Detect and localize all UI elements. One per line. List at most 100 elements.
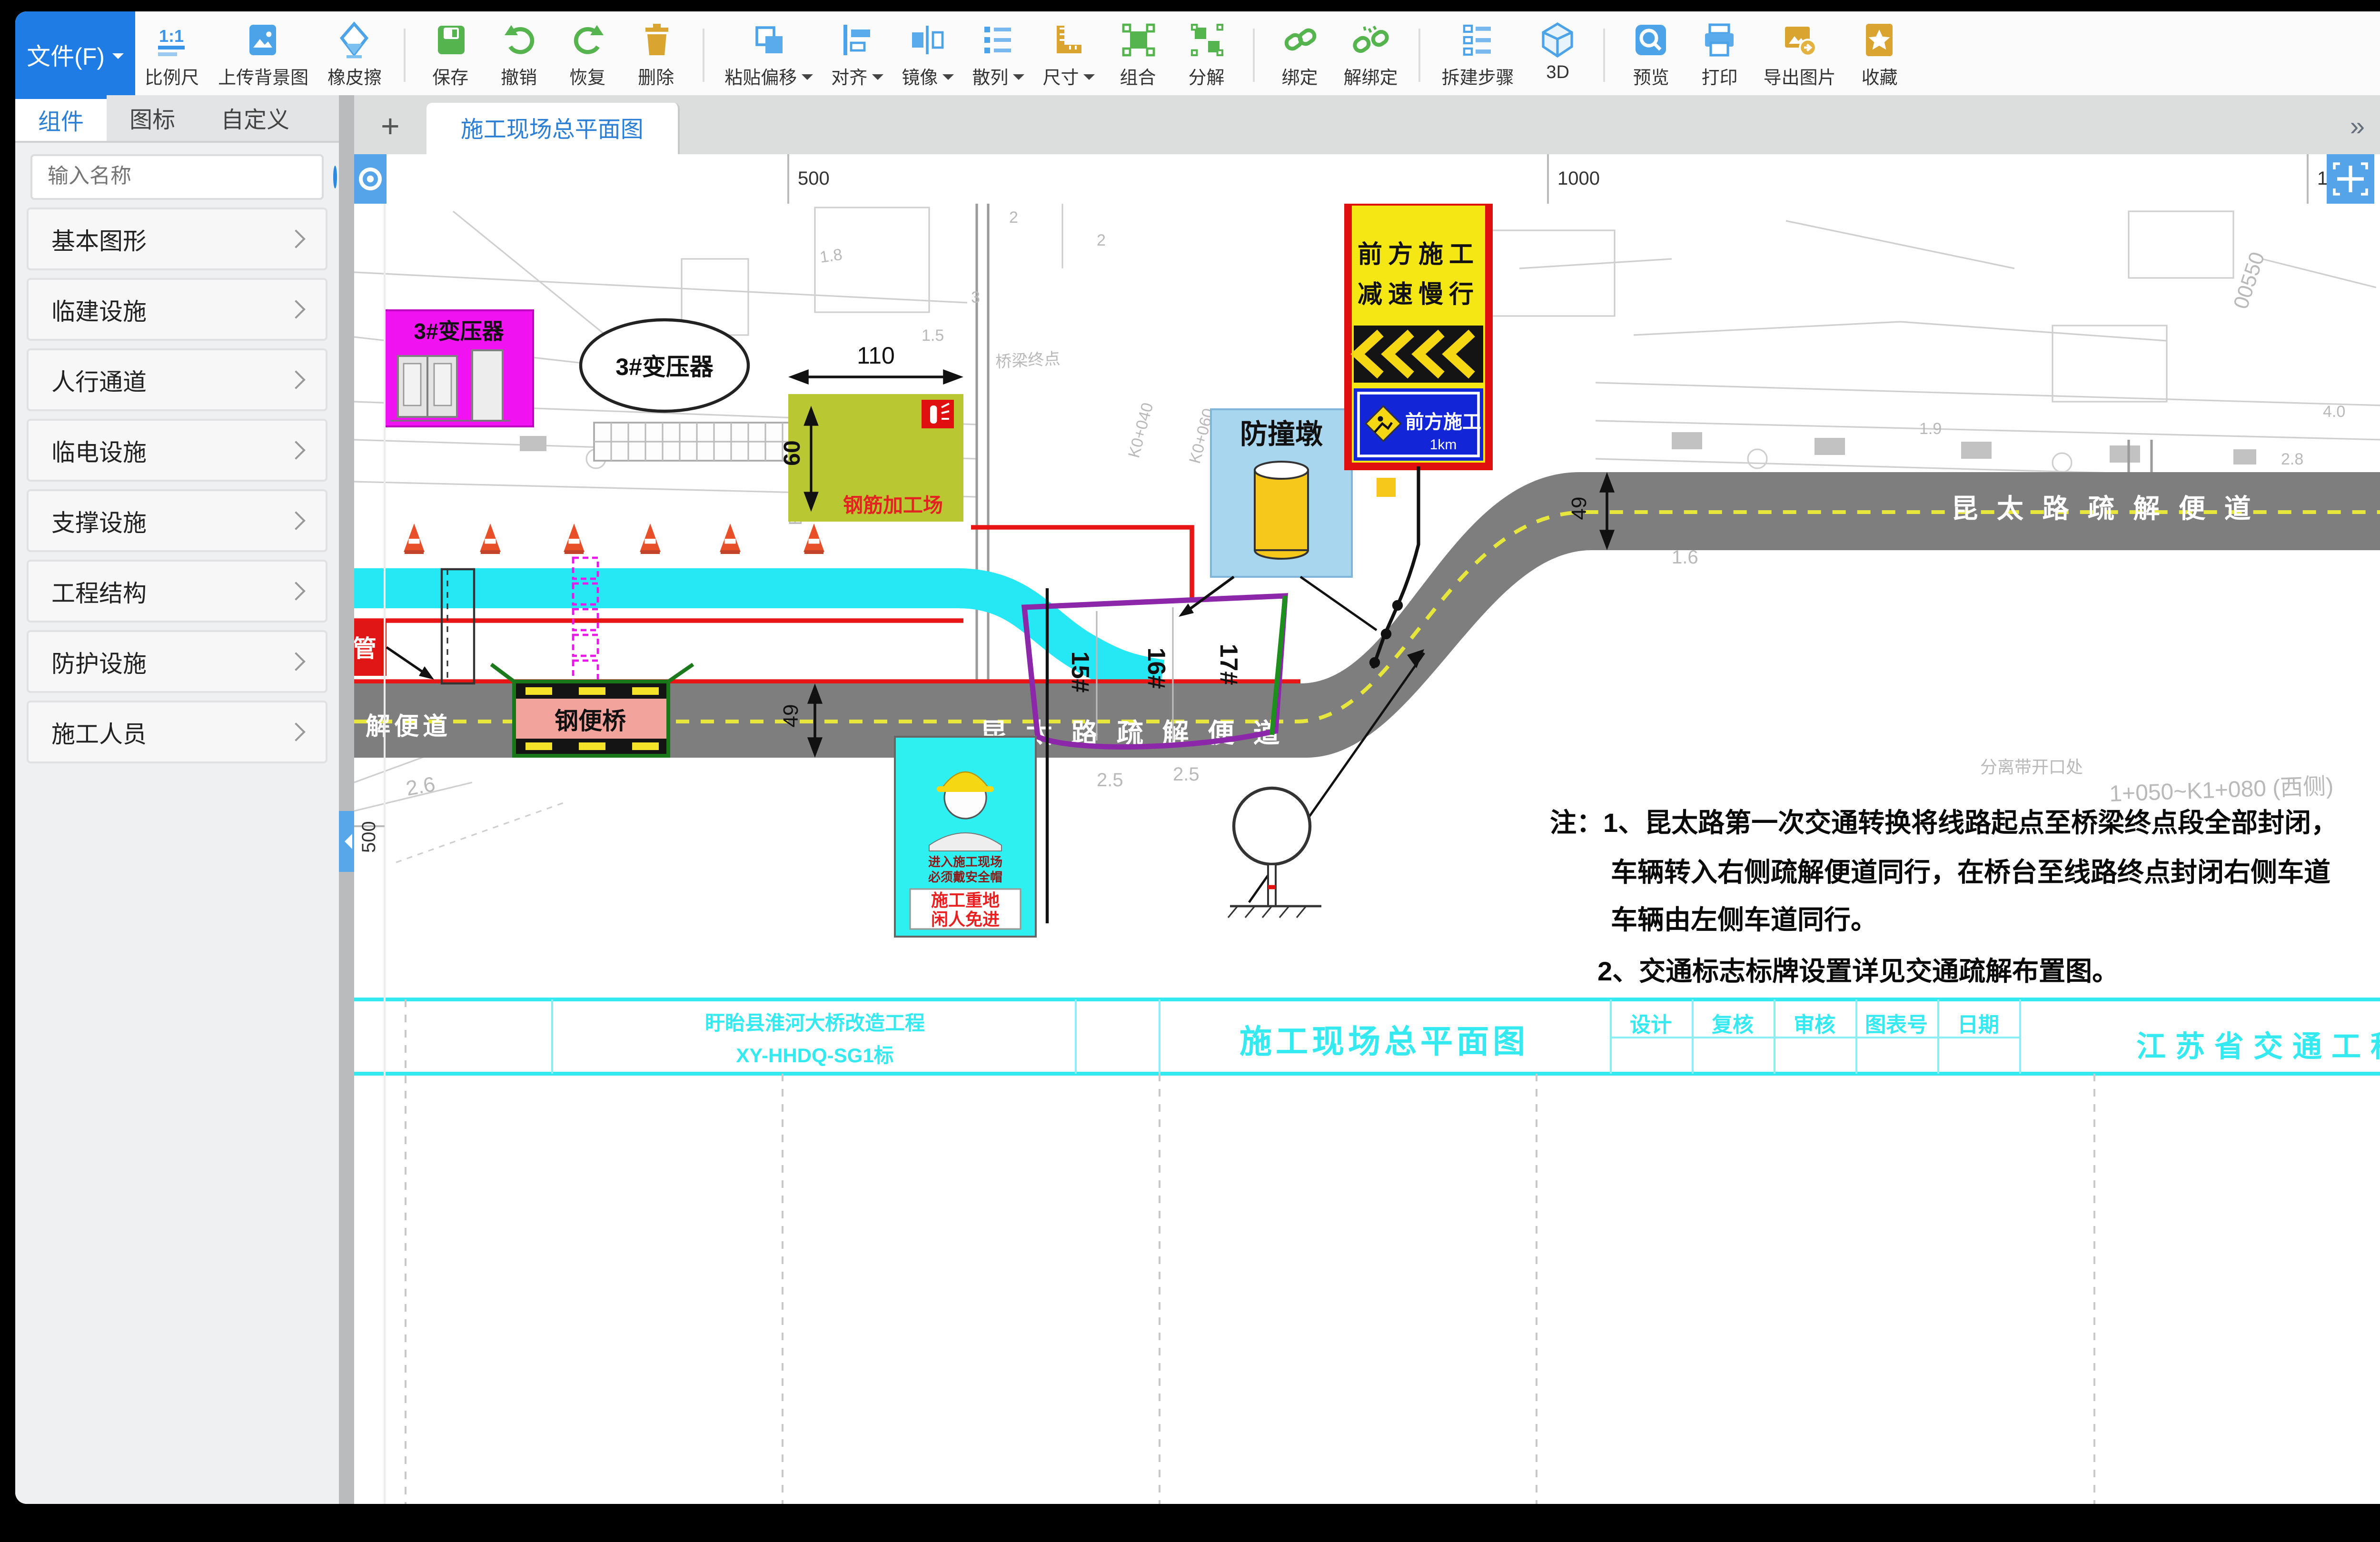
ruler-tick-label: 1000: [1557, 168, 1600, 189]
sidebar-collapse-handle[interactable]: [339, 811, 354, 872]
toolbar-label: 打印: [1702, 63, 1738, 89]
pipe-marker[interactable]: 管: [354, 621, 434, 680]
drawing-surface[interactable]: 1.8 2 2 3 1.5 2.6 2.5 2.5 1.6 1.9 4.0 2.…: [354, 154, 2380, 1504]
svg-text:1km: 1km: [1430, 437, 1457, 453]
toolbar-button-bind[interactable]: 绑定: [1266, 11, 1334, 95]
build-steps-icon: [1459, 21, 1497, 59]
screen: 文件(F) 1:1 比例尺 上传背景图 橡皮擦 保存 撤销 恢复: [0, 0, 2380, 1542]
svg-text:桥梁终点: 桥梁终点: [995, 350, 1061, 371]
rebar-yard[interactable]: 60 钢筋加工场: [780, 394, 963, 522]
toolbar-label: 收藏: [1862, 63, 1898, 89]
group-pedestrian[interactable]: 人行通道: [27, 348, 327, 411]
waterway-band[interactable]: [354, 588, 1161, 680]
svg-text:审核: 审核: [1794, 1013, 1835, 1037]
toolbar-button-redo[interactable]: 恢复: [553, 11, 622, 95]
fit-view-button[interactable]: [2327, 154, 2374, 204]
dim-110[interactable]: 110: [792, 342, 960, 383]
svg-text:2.6: 2.6: [404, 772, 437, 801]
svg-text:1.8: 1.8: [819, 246, 843, 267]
svg-text:施工重地: 施工重地: [931, 890, 1000, 910]
toolbar-button-align[interactable]: 对齐: [822, 11, 892, 95]
toolbar-label: 组合: [1120, 63, 1156, 89]
toolbar-button-mirror[interactable]: 镜像: [892, 11, 962, 95]
svg-text:1+050~K1+080 (西侧): 1+050~K1+080 (西侧): [2109, 774, 2334, 807]
svg-text:进入施工现场: 进入施工现场: [928, 855, 1002, 869]
ungroup-icon: [1188, 21, 1226, 59]
toolbar-button-ungroup[interactable]: 分解: [1172, 11, 1241, 95]
search-input[interactable]: [32, 166, 333, 188]
svg-text:2、交通标志标牌设置详见交通疏解布置图。: 2、交通标志标牌设置详见交通疏解布置图。: [1597, 956, 2119, 986]
transformer-callout-ellipse[interactable]: 3#变压器: [581, 320, 748, 411]
svg-text:2: 2: [1009, 208, 1018, 227]
chevron-right-icon: [287, 582, 306, 601]
left-splitter[interactable]: [339, 95, 354, 1504]
toolbar-button-group[interactable]: 组合: [1104, 11, 1172, 95]
toolbar-button-paste-offset[interactable]: 粘贴偏移: [715, 11, 822, 95]
svg-text:减速慢行: 减速慢行: [1358, 281, 1479, 308]
group-workers[interactable]: 施工人员: [27, 701, 327, 763]
rebar-yard-label: 钢筋加工场: [843, 494, 943, 516]
caret-down-icon: [112, 52, 124, 64]
svg-text:日期: 日期: [1957, 1013, 1999, 1037]
steel-bridge[interactable]: 钢便桥: [491, 664, 693, 756]
document-tab[interactable]: 施工现场总平面图: [426, 103, 680, 154]
new-tab-button[interactable]: +: [381, 109, 400, 147]
toolbar-button-favorite[interactable]: 收藏: [1845, 11, 1914, 95]
toolbar-button-scatter[interactable]: 散列: [962, 11, 1033, 95]
sidebar-tab-components[interactable]: 组件: [15, 95, 107, 141]
toolbar-separator: [1419, 29, 1421, 82]
group-support[interactable]: 支撑设施: [27, 489, 327, 552]
transformer-box[interactable]: 3#变压器: [385, 310, 533, 426]
locate-button[interactable]: [354, 154, 387, 204]
file-menu-button[interactable]: 文件(F): [15, 11, 135, 95]
toolbar-button-3d[interactable]: 3D: [1524, 11, 1592, 95]
toolbar-button-print[interactable]: 打印: [1686, 11, 1754, 95]
search-icon[interactable]: [333, 166, 337, 188]
group-temp-facilities[interactable]: 临建设施: [27, 278, 327, 341]
toolbar-separator: [1252, 29, 1254, 82]
toolbar-button-preview[interactable]: 预览: [1617, 11, 1686, 95]
toolbar-label: 粘贴偏移: [724, 63, 812, 89]
toolbar-button-build-steps[interactable]: 拆建步骤: [1432, 11, 1524, 95]
toolbar-button-eraser[interactable]: 橡皮擦: [318, 11, 391, 95]
toolbar-button-unbind[interactable]: 解绑定: [1334, 11, 1408, 95]
export-image-icon: [1781, 21, 1819, 59]
component-search: [30, 154, 324, 200]
tab-overflow-button[interactable]: »: [2350, 109, 2365, 140]
svg-text:2: 2: [1097, 231, 1106, 249]
toolbar-button-save[interactable]: 保存: [416, 11, 485, 95]
sidebar-tab-icons[interactable]: 图标: [107, 95, 198, 141]
sidebar-tab-custom[interactable]: 自定义: [198, 95, 312, 141]
toolbar-button-export-image[interactable]: 导出图片: [1754, 11, 1845, 95]
worker-notice-board[interactable]: 进入施工现场 必须戴安全帽 施工重地 闲人免进: [895, 737, 1036, 937]
save-icon: [431, 21, 469, 59]
svg-text:2.8: 2.8: [2281, 450, 2303, 468]
chevron-right-icon: [287, 300, 306, 319]
toolbar-button-scale[interactable]: 1:1 比例尺: [135, 11, 208, 95]
chevron-right-icon: [287, 441, 306, 460]
svg-text:注：1、昆太路第一次交通转换将线路起点至桥梁终点段全部封闭，: 注：1、昆太路第一次交通转换将线路起点至桥梁终点段全部封闭，: [1550, 808, 2338, 838]
svg-text:复核: 复核: [1712, 1013, 1754, 1037]
pier-label: 16#: [1142, 648, 1170, 689]
group-structures[interactable]: 工程结构: [27, 560, 327, 623]
toolbar-button-undo[interactable]: 撤销: [485, 11, 553, 95]
group-temp-power[interactable]: 临电设施: [27, 419, 327, 482]
toolbar-button-dimension[interactable]: 尺寸: [1033, 11, 1103, 95]
caret-down-icon: [1083, 73, 1094, 85]
print-icon: [1701, 21, 1739, 59]
document-tabbar: + 施工现场总平面图 »: [354, 95, 2380, 154]
svg-text:49: 49: [779, 704, 803, 728]
svg-text:闲人免进: 闲人免进: [931, 909, 1000, 929]
ruler-tick-label: 500: [798, 168, 830, 189]
traffic-cones[interactable]: [404, 524, 824, 554]
canvas-drawing[interactable]: 1.8 2 2 3 1.5 2.6 2.5 2.5 1.6 1.9 4.0 2.…: [354, 154, 2380, 1504]
svg-text:图表号: 图表号: [1865, 1013, 1928, 1037]
group-basic-shapes[interactable]: 基本图形: [27, 208, 327, 270]
svg-text:前方施工: 前方施工: [1405, 412, 1481, 433]
chevron-right-icon: [287, 229, 306, 248]
toolbar-button-upload-background[interactable]: 上传背景图: [208, 11, 318, 95]
svg-text:3: 3: [971, 288, 980, 306]
title-block[interactable]: 盱眙县淮河大桥改造工程 XY-HHDQ-SG1标 施工现场总平面图 设计 复核 …: [354, 999, 2380, 1504]
toolbar-button-delete[interactable]: 删除: [622, 11, 690, 95]
group-protection[interactable]: 防护设施: [27, 630, 327, 693]
